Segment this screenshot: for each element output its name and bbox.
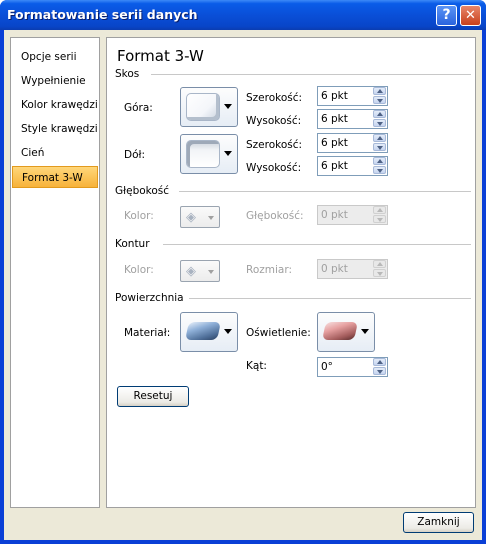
bevel-top-height-value: 6 pkt [321,113,348,125]
sidebar-item-shadow[interactable]: Cień [11,142,99,164]
section-surface-label: Powierzchnia [115,292,184,304]
section-bevel-label: Skos [115,68,140,80]
page-title: Format 3-W [117,47,204,65]
dialog-client: Opcje serii Wypełnienie Kolor krawędzi S… [4,30,482,540]
sidebar-item-3d-format[interactable]: Format 3-W [12,166,98,188]
paint-bucket-icon: ◈ [186,210,196,225]
spin-up-icon[interactable] [373,110,386,118]
depth-size-stepper[interactable]: 0 pkt [317,205,388,225]
depth-color-label: Kolor: [124,210,154,222]
depth-size-value: 0 pkt [321,209,348,221]
section-divider [163,244,471,245]
spin-up-icon[interactable] [373,358,386,366]
sidebar-item-border-styles[interactable]: Style krawędzi [11,118,99,140]
category-sidebar: Opcje serii Wypełnienie Kolor krawędzi S… [10,37,100,508]
depth-color-picker[interactable]: ◈ [180,206,220,228]
bevel-top-dropdown[interactable] [180,87,238,127]
spin-up-icon[interactable] [373,87,386,95]
section-divider [179,191,471,192]
lighting-label: Oświetlenie: [246,327,311,339]
contour-size-stepper[interactable]: 0 pkt [317,259,388,279]
material-label: Materiał: [124,327,171,339]
spin-down-icon [373,215,386,223]
spin-down-icon[interactable] [373,96,386,104]
title-bar[interactable]: Formatowanie serii danych ? ✕ [0,0,486,30]
contour-color-label: Kolor: [124,264,154,276]
chevron-down-icon [208,216,214,220]
lighting-dropdown[interactable] [317,312,375,352]
close-icon[interactable]: ✕ [460,5,481,26]
contour-color-picker[interactable]: ◈ [180,260,220,282]
dialog-window: Formatowanie serii danych ? ✕ Opcje seri… [0,0,486,544]
spin-down-icon [373,269,386,277]
bevel-bottom-width-stepper[interactable]: 6 pkt [317,133,388,153]
bevel-bottom-height-stepper[interactable]: 6 pkt [317,156,388,176]
material-preview-icon [185,322,221,340]
bevel-bottom-width-value: 6 pkt [321,137,348,149]
spin-up-icon [373,206,386,214]
contour-size-value: 0 pkt [321,263,348,275]
chevron-down-icon [224,329,232,334]
spin-up-icon[interactable] [373,157,386,165]
chevron-down-icon [208,270,214,274]
section-depth-label: Głębokość [115,185,170,197]
section-divider [189,298,471,299]
angle-stepper[interactable]: 0° [317,357,388,377]
spin-down-icon[interactable] [373,166,386,174]
spin-down-icon[interactable] [373,367,386,375]
bevel-top-width-label: Szerokość: [246,92,303,104]
angle-label: Kąt: [246,360,267,372]
spin-up-icon [373,260,386,268]
lighting-preview-icon [322,322,358,340]
bevel-bottom-dropdown[interactable] [180,134,238,174]
bevel-bottom-height-label: Wysokość: [246,162,302,174]
section-divider [151,74,471,75]
depth-size-label: Głębokość: [246,210,304,222]
bevel-top-width-value: 6 pkt [321,90,348,102]
sidebar-item-border-color[interactable]: Kolor krawędzi [11,94,99,116]
window-title: Formatowanie serii danych [7,7,198,22]
chevron-down-icon [224,104,232,109]
angle-value: 0° [321,361,333,373]
chevron-down-icon [224,151,232,156]
close-button[interactable]: Zamknij [403,512,474,533]
bevel-top-height-label: Wysokość: [246,115,302,127]
bevel-top-height-stepper[interactable]: 6 pkt [317,109,388,129]
spin-down-icon[interactable] [373,143,386,151]
section-contour-label: Kontur [115,238,150,250]
sidebar-item-fill[interactable]: Wypełnienie [11,70,99,92]
bevel-bottom-width-label: Szerokość: [246,139,303,151]
material-dropdown[interactable] [180,312,238,352]
spin-up-icon[interactable] [373,134,386,142]
format-3d-panel: Format 3-W Skos Góra: Szerokość: 6 pkt W… [106,37,476,508]
bevel-bottom-label: Dół: [124,149,146,161]
help-button[interactable]: ? [436,5,457,26]
chevron-down-icon [361,329,369,334]
contour-size-label: Rozmiar: [246,264,293,276]
paint-bucket-icon: ◈ [186,264,196,279]
reset-button[interactable]: Resetuj [117,386,189,407]
bevel-top-width-stepper[interactable]: 6 pkt [317,86,388,106]
spin-down-icon[interactable] [373,119,386,127]
sidebar-item-series-options[interactable]: Opcje serii [11,46,99,68]
bevel-top-preview-icon [186,93,220,121]
bevel-top-label: Góra: [124,102,153,114]
bevel-bottom-height-value: 6 pkt [321,160,348,172]
bevel-bottom-preview-icon [186,140,220,168]
